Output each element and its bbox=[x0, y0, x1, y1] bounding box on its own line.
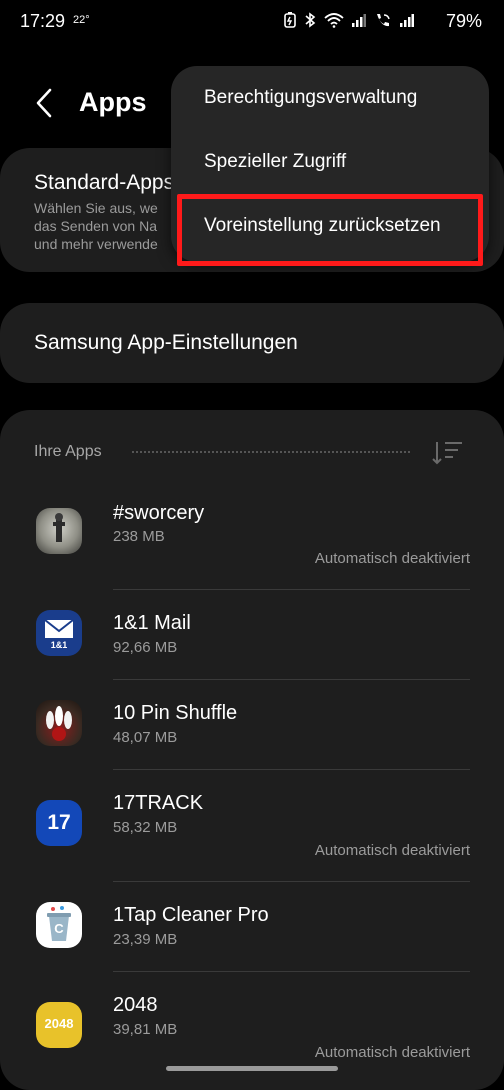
header-divider bbox=[132, 451, 410, 453]
back-button[interactable] bbox=[30, 86, 60, 120]
mail-icon-label: 1&1 bbox=[50, 640, 68, 650]
app-size: 23,39 MB bbox=[113, 931, 178, 948]
app-name: 10 Pin Shuffle bbox=[113, 702, 238, 724]
standard-apps-description: Wählen Sie aus, we das Senden von Na und… bbox=[34, 200, 158, 252]
menu-item-permissions[interactable]: Berechtigungsverwaltung bbox=[204, 87, 417, 109]
app-row-1und1-mail[interactable]: 1&1 1&1 Mail 92,66 MB bbox=[0, 610, 504, 680]
bowling-icon bbox=[36, 700, 82, 746]
app-name: 1Tap Cleaner Pro bbox=[113, 904, 269, 926]
status-time: 17:29 bbox=[20, 11, 66, 31]
standard-apps-title: Standard-Apps bbox=[34, 171, 175, 194]
app-name: #sworcery bbox=[113, 502, 205, 524]
back-arrow-icon bbox=[36, 88, 52, 118]
page-title: Apps bbox=[79, 87, 147, 117]
17track-icon: 17 bbox=[36, 800, 82, 846]
app-name: 17TRACK bbox=[113, 792, 204, 814]
highlight-box bbox=[177, 194, 483, 266]
app-row-1tap-cleaner-pro[interactable]: C 1Tap Cleaner Pro 23,39 MB bbox=[0, 902, 504, 972]
2048-icon-label: 2048 bbox=[44, 1016, 74, 1031]
wifi-calling-icon bbox=[374, 12, 392, 28]
app-status: Automatisch deaktiviert bbox=[314, 842, 470, 859]
app-row-2048[interactable]: 2048 2048 39,81 MB Automatisch deaktivie… bbox=[0, 992, 504, 1072]
divider bbox=[113, 769, 470, 770]
sworcery-icon bbox=[36, 508, 82, 554]
divider bbox=[113, 679, 470, 680]
home-indicator[interactable] bbox=[166, 1066, 338, 1071]
status-bar: 17:29 22° 79% bbox=[0, 0, 504, 44]
2048-icon: 2048 bbox=[36, 1002, 82, 1048]
app-status: Automatisch deaktiviert bbox=[314, 550, 470, 567]
app-status: Automatisch deaktiviert bbox=[314, 1044, 470, 1061]
app-size: 238 MB bbox=[113, 528, 165, 545]
signal-icon bbox=[352, 12, 366, 28]
divider bbox=[113, 589, 470, 590]
menu-item-special-access[interactable]: Spezieller Zugriff bbox=[204, 151, 346, 173]
status-temperature: 22° bbox=[73, 14, 90, 26]
app-size: 48,07 MB bbox=[113, 729, 178, 746]
app-size: 39,81 MB bbox=[113, 1021, 178, 1038]
battery-percent: 79% bbox=[445, 11, 482, 31]
cleaner-icon: C bbox=[36, 902, 82, 948]
your-apps-header: Ihre Apps bbox=[34, 443, 102, 460]
app-size: 92,66 MB bbox=[113, 639, 178, 656]
wifi-icon bbox=[324, 12, 344, 28]
apps-list-card: Ihre Apps #sworcery 238 MB Automatisch d… bbox=[0, 410, 504, 1090]
divider bbox=[113, 971, 470, 972]
cleaner-icon-label: C bbox=[54, 921, 64, 936]
app-size: 58,32 MB bbox=[113, 819, 178, 836]
divider bbox=[113, 881, 470, 882]
app-name: 2048 bbox=[113, 994, 158, 1016]
bluetooth-icon bbox=[304, 12, 316, 28]
signal-icon-2 bbox=[400, 12, 414, 28]
samsung-app-settings[interactable]: Samsung App-Einstellungen bbox=[0, 303, 504, 383]
17track-icon-label: 17 bbox=[47, 811, 71, 834]
app-row-sworcery[interactable]: #sworcery 238 MB Automatisch deaktiviert bbox=[0, 498, 504, 578]
samsung-app-settings-title: Samsung App-Einstellungen bbox=[34, 331, 298, 354]
app-row-10-pin-shuffle[interactable]: 10 Pin Shuffle 48,07 MB bbox=[0, 700, 504, 770]
status-icons bbox=[284, 12, 414, 28]
app-name: 1&1 Mail bbox=[113, 612, 191, 634]
app-row-17track[interactable]: 17 17TRACK 58,32 MB Automatisch deaktivi… bbox=[0, 790, 504, 870]
sort-icon[interactable] bbox=[432, 440, 464, 466]
battery-saver-icon bbox=[284, 12, 296, 28]
mail-icon: 1&1 bbox=[36, 610, 82, 656]
